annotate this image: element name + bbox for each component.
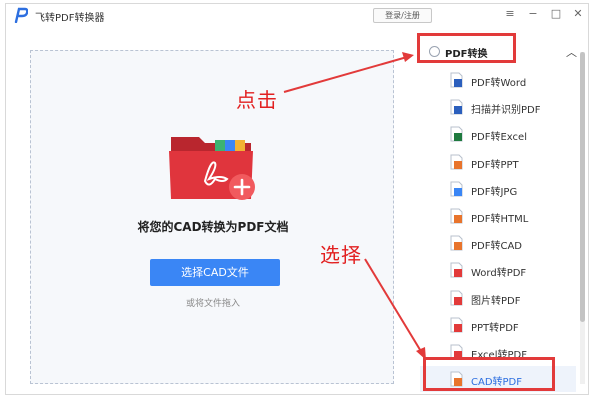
sidebar-item-label: PDF转JPG (471, 186, 518, 198)
sidebar-item[interactable]: 图片转PDF (420, 285, 576, 311)
sidebar: PDF转换 ︿ PDF转Word 扫描并识别PDF PDF转Excel PDF转PPT… (411, 38, 584, 394)
title-bar: 飞转PDF转换器 登录/注册 ≡ − □ ✕ (6, 4, 588, 27)
scrollbar-thumb[interactable] (580, 52, 585, 322)
sidebar-item[interactable]: PPT转PDF (420, 312, 576, 338)
sidebar-item[interactable]: PDF转Excel (420, 121, 576, 147)
sidebar-item-label: PDF转HTML (471, 214, 529, 225)
pdf-folder-icon (169, 137, 255, 200)
drag-hint: 或将文件拖入 (185, 299, 240, 309)
sidebar-item[interactable]: PDF转Word (420, 67, 576, 93)
sidebar-item-label: PDF转Excel (471, 132, 527, 144)
sidebar-item-label: PPT转PDF (471, 322, 519, 334)
app-logo-icon (14, 7, 28, 23)
file-drop-zone[interactable]: 将您的CAD转换为PDF文档 选择CAD文件 或将文件拖入 (30, 50, 394, 384)
close-icon[interactable]: ✕ (571, 7, 585, 21)
drop-zone-title: 将您的CAD转换为PDF文档 (137, 220, 289, 234)
cad-file-icon (450, 235, 463, 251)
sidebar-item[interactable]: PDF转HTML (420, 203, 576, 229)
ppt-file-icon (450, 154, 463, 170)
pdf-file-icon (450, 317, 463, 333)
app-title: 飞转PDF转换器 (35, 13, 105, 24)
sidebar-item[interactable]: PDF转JPG (420, 176, 576, 202)
sidebar-item-label: PDF转Word (471, 78, 527, 89)
excel-file-icon (450, 126, 463, 142)
login-register-button[interactable]: 登录/注册 (373, 8, 432, 23)
sidebar-item-label: 图片转PDF (471, 295, 521, 307)
chevron-up-icon[interactable]: ︿ (566, 44, 577, 60)
highlight-cad-to-pdf (423, 357, 555, 391)
word-file-icon (450, 99, 463, 115)
sidebar-item[interactable]: PDF转CAD (420, 230, 576, 256)
pdf-file-icon (450, 262, 463, 278)
sidebar-item[interactable]: PDF转PPT (420, 149, 576, 175)
sidebar-item-label: PDF转CAD (471, 241, 523, 253)
sidebar-item[interactable]: Word转PDF (420, 257, 576, 283)
sidebar-item-label: PDF转PPT (471, 159, 519, 171)
sidebar-item-label: Word转PDF (471, 268, 527, 280)
minimize-icon[interactable]: − (526, 7, 540, 21)
highlight-pdf-convert (417, 33, 516, 63)
annotation-click: 点击 (236, 88, 278, 112)
sidebar-item-label: 扫描并识别PDF (471, 105, 541, 117)
menu-icon[interactable]: ≡ (503, 7, 517, 21)
maximize-icon[interactable]: □ (549, 7, 563, 21)
sidebar-item[interactable]: 扫描并识别PDF (420, 94, 576, 120)
image-file-icon (450, 181, 463, 197)
word-file-icon (450, 72, 463, 88)
html-file-icon (450, 208, 463, 224)
sidebar-scrollbar[interactable] (580, 52, 585, 384)
select-cad-file-button[interactable]: 选择CAD文件 (150, 259, 280, 286)
annotation-select: 选择 (320, 243, 362, 267)
pdf-file-icon (450, 290, 463, 306)
